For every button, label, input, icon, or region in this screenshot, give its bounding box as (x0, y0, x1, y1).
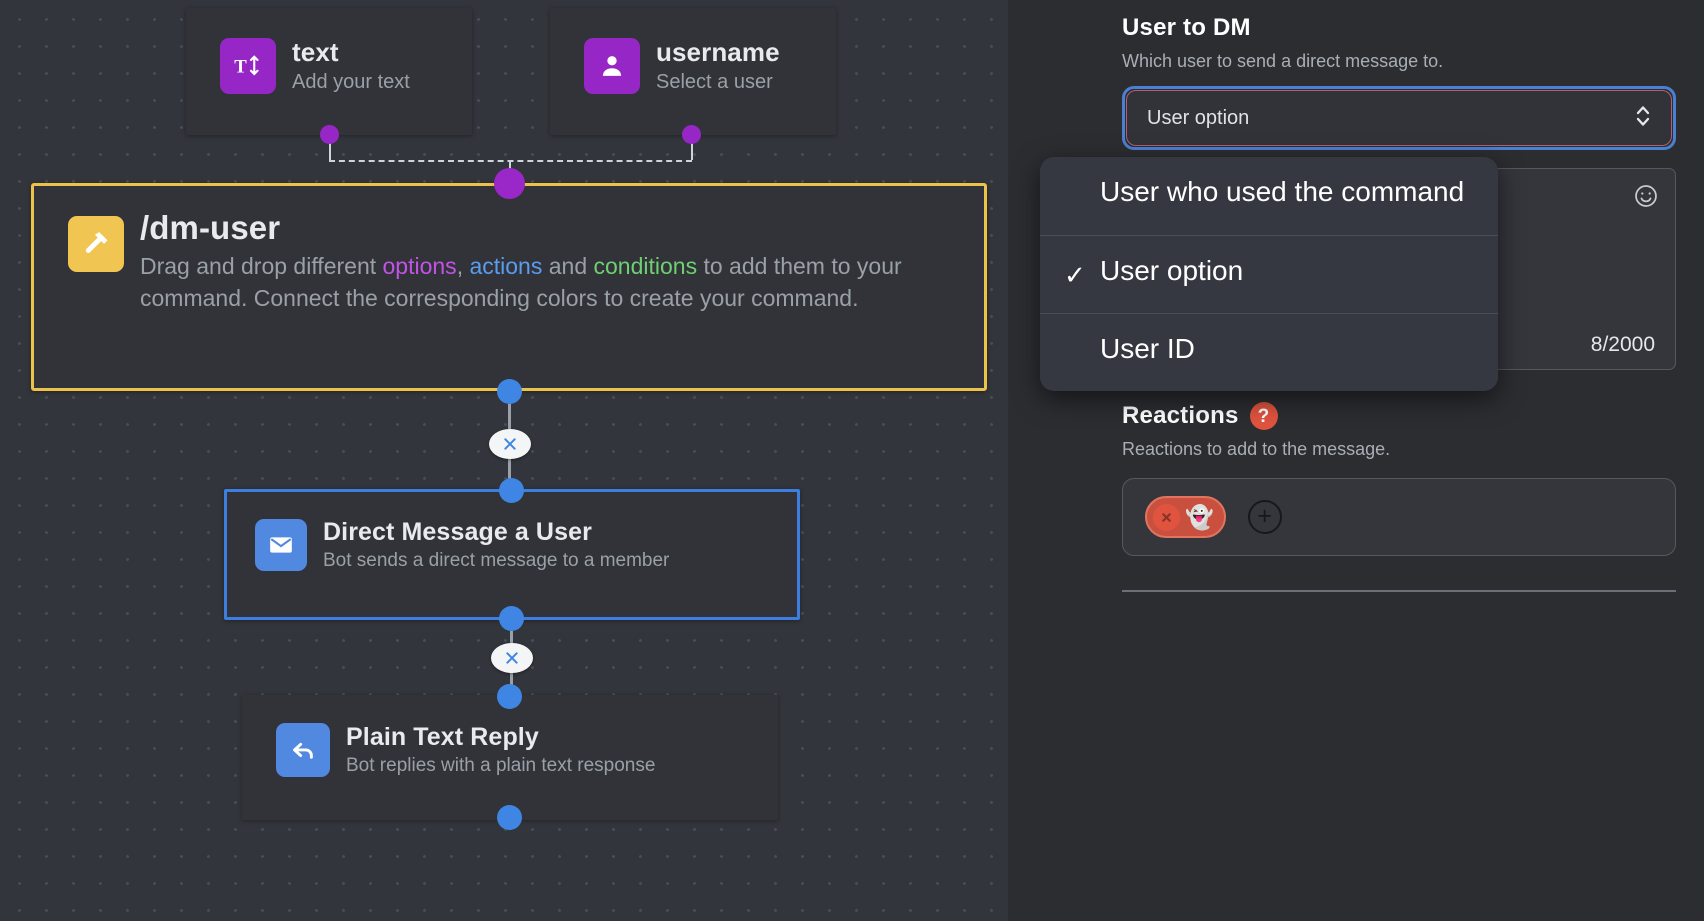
user-to-dm-description: Which user to send a direct message to. (1122, 51, 1444, 71)
reaction-chip[interactable]: 👻 (1145, 496, 1226, 538)
port-text-output[interactable] (320, 125, 339, 144)
dropdown-option-user-id[interactable]: User ID (1040, 313, 1498, 391)
panel-divider (1122, 590, 1676, 592)
node-texts: username Select a user (656, 37, 780, 94)
option-node-username[interactable]: username Select a user (550, 8, 836, 135)
node-content: username Select a user (550, 8, 836, 95)
port-reply-input[interactable] (497, 684, 522, 709)
user-to-dm-select[interactable]: User option (1126, 90, 1672, 146)
node-texts: Plain Text Reply Bot replies with a plai… (346, 723, 655, 778)
flow-canvas[interactable]: T text Add your text username Select a u… (0, 0, 1108, 921)
delete-connection-button-1[interactable] (489, 429, 531, 459)
node-title: Direct Message a User (323, 518, 592, 546)
reactions-list: 👻 + (1122, 478, 1676, 556)
node-content: Direct Message a User Bot sends a direct… (227, 492, 797, 573)
checkmark-icon: ✓ (1064, 259, 1086, 290)
user-to-dm-dropdown[interactable]: User who used the command ✓ User option … (1040, 157, 1498, 391)
action-node-direct-message[interactable]: Direct Message a User Bot sends a direct… (224, 489, 800, 620)
dropdown-option-user-who-used[interactable]: User who used the command (1040, 157, 1498, 235)
desc-text-2: , (456, 252, 470, 279)
node-content: T text Add your text (186, 8, 472, 95)
command-title: /dm-user (140, 209, 281, 246)
reactions-section: Reactions ? Reactions to add to the mess… (1122, 402, 1676, 592)
command-description: Drag and drop different options, actions… (140, 251, 930, 314)
ghost-emoji-icon: 👻 (1185, 503, 1214, 530)
user-to-dm-label: User to DM (1122, 14, 1251, 41)
desc-text-3: and (542, 252, 594, 279)
character-counter: 8/2000 (1590, 333, 1655, 356)
help-icon[interactable]: ? (1249, 402, 1278, 430)
command-node-dm-user[interactable]: /dm-user Drag and drop different options… (31, 183, 987, 391)
port-reply-output[interactable] (497, 805, 522, 830)
text-size-icon: T (220, 38, 276, 95)
add-reaction-button[interactable]: + (1247, 500, 1282, 534)
connector-dm-to-delete (510, 631, 513, 643)
hammer-icon (68, 216, 124, 272)
reactions-label: Reactions ? (1122, 402, 1676, 430)
remove-reaction-icon[interactable] (1153, 503, 1180, 531)
port-dm-input[interactable] (499, 478, 524, 503)
connector-command-to-delete (508, 404, 511, 429)
keyword-actions: actions (469, 252, 543, 279)
port-command-options-input[interactable] (494, 168, 525, 199)
delete-connection-button-2[interactable] (491, 643, 533, 673)
node-texts: /dm-user Drag and drop different options… (140, 209, 930, 314)
reactions-description: Reactions to add to the message. (1122, 439, 1391, 459)
properties-panel: User to DM Which user to send a direct m… (1108, 0, 1704, 921)
node-title: text (292, 37, 339, 67)
node-subtitle: Select a user (656, 71, 773, 94)
port-username-output[interactable] (682, 125, 701, 144)
envelope-icon (255, 519, 307, 572)
node-subtitle: Bot replies with a plain text response (346, 755, 656, 776)
node-title: username (656, 37, 780, 67)
keyword-conditions: conditions (593, 252, 698, 279)
dropdown-option-label: User ID (1100, 333, 1195, 364)
select-value: User option (1147, 106, 1250, 129)
person-icon (584, 38, 640, 95)
reactions-label-text: Reactions (1122, 402, 1239, 429)
bot-command-builder: T text Add your text username Select a u… (0, 0, 1704, 921)
reply-arrow-icon (276, 723, 330, 778)
node-texts: text Add your text (292, 37, 410, 94)
canvas-right-mask (1008, 0, 1108, 921)
svg-text:T: T (234, 56, 247, 77)
smiley-face-icon[interactable] (1633, 183, 1659, 214)
node-content: /dm-user Drag and drop different options… (34, 186, 984, 314)
node-title: Plain Text Reply (346, 723, 539, 751)
dropdown-option-label: User option (1100, 255, 1244, 286)
node-subtitle: Add your text (292, 71, 410, 94)
port-command-output[interactable] (497, 379, 522, 404)
option-node-text[interactable]: T text Add your text (186, 8, 472, 135)
keyword-options: options (382, 252, 457, 279)
dropdown-option-label: User who used the command (1100, 176, 1465, 207)
dropdown-option-user-option[interactable]: ✓ User option (1040, 235, 1498, 313)
action-node-plain-text-reply[interactable]: Plain Text Reply Bot replies with a plai… (242, 695, 778, 820)
node-subtitle: Bot sends a direct message to a member (323, 550, 670, 571)
desc-text-1: Drag and drop different (140, 252, 383, 279)
node-texts: Direct Message a User Bot sends a direct… (323, 518, 669, 573)
port-dm-output[interactable] (499, 606, 524, 631)
chevron-updown-icon (1633, 103, 1653, 134)
user-to-dm-select-wrapper: User option (1122, 86, 1676, 150)
